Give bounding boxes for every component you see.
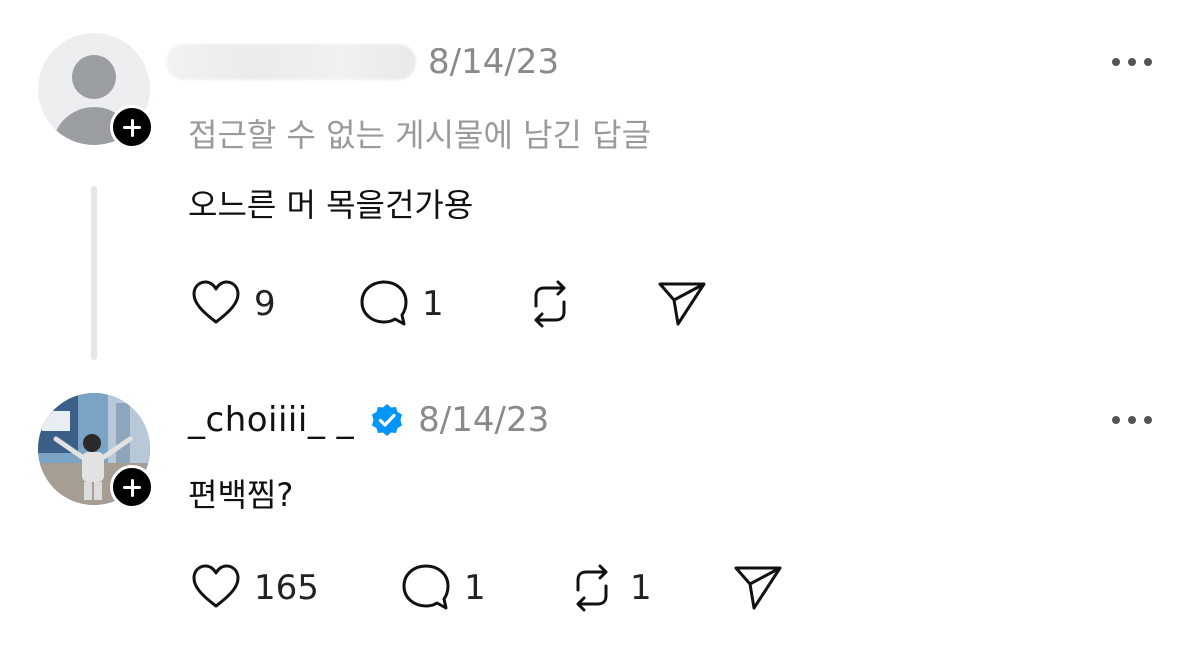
like-button[interactable]: 9 bbox=[188, 276, 356, 332]
blurred-username[interactable] bbox=[166, 44, 416, 80]
share-button[interactable] bbox=[730, 560, 786, 616]
heart-icon bbox=[192, 280, 240, 324]
heart-icon bbox=[192, 564, 240, 608]
repost-button[interactable]: 1 bbox=[564, 560, 730, 616]
post-text: 편백찜? bbox=[188, 476, 294, 514]
thread-post: _choiiii_ _ 8/14/23 편백찜? 165 1 1 bbox=[0, 370, 1200, 648]
post-actions: 165 1 1 bbox=[188, 560, 786, 616]
repost-count: 1 bbox=[630, 568, 652, 608]
like-button[interactable]: 165 bbox=[188, 560, 398, 616]
post-header: 8/14/23 bbox=[166, 40, 560, 84]
post-timestamp: 8/14/23 bbox=[418, 400, 550, 440]
send-icon bbox=[734, 566, 782, 610]
comment-icon bbox=[360, 280, 408, 326]
more-options-icon[interactable] bbox=[1112, 416, 1152, 424]
username[interactable]: _choiiii_ _ bbox=[188, 400, 354, 440]
post-header: _choiiii_ _ 8/14/23 bbox=[188, 398, 549, 442]
avatar-container[interactable] bbox=[38, 393, 154, 509]
share-button[interactable] bbox=[654, 276, 710, 332]
like-count: 165 bbox=[254, 568, 319, 608]
repost-button[interactable] bbox=[522, 276, 654, 332]
comment-icon bbox=[402, 564, 450, 610]
reply-button[interactable]: 1 bbox=[356, 276, 522, 332]
verified-badge-icon bbox=[372, 404, 403, 436]
like-count: 9 bbox=[254, 284, 276, 324]
follow-plus-icon[interactable] bbox=[110, 465, 154, 509]
post-actions: 9 1 bbox=[188, 276, 710, 332]
thread-connector-line bbox=[91, 186, 97, 360]
reply-count: 1 bbox=[422, 284, 444, 324]
reply-context-label[interactable]: 접근할 수 없는 게시물에 남긴 답글 bbox=[188, 110, 651, 156]
more-options-icon[interactable] bbox=[1112, 58, 1152, 66]
reply-button[interactable]: 1 bbox=[398, 560, 564, 616]
repost-icon bbox=[576, 564, 608, 612]
avatar-container[interactable] bbox=[38, 33, 154, 149]
post-timestamp: 8/14/23 bbox=[428, 42, 560, 82]
post-text: 오느른 머 목을건가용 bbox=[188, 186, 474, 224]
reply-count: 1 bbox=[464, 568, 486, 608]
send-icon bbox=[658, 282, 706, 326]
thread-post: 8/14/23 접근할 수 없는 게시물에 남긴 답글 오느른 머 목을건가용 … bbox=[0, 0, 1200, 370]
repost-icon bbox=[534, 280, 566, 328]
follow-plus-icon[interactable] bbox=[110, 105, 154, 149]
